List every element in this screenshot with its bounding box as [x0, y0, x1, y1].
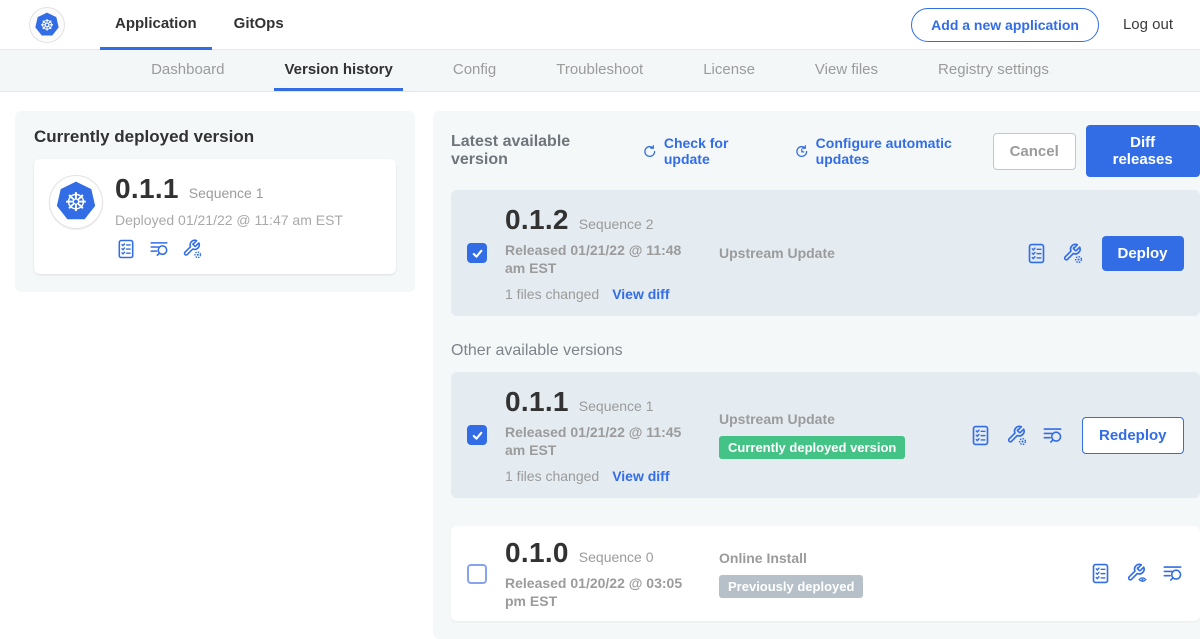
kubernetes-helm-wheel-icon: [53, 179, 99, 225]
deployed-timestamp: Deployed 01/21/22 @ 11:47 am EST: [115, 212, 343, 228]
top-navbar: Application GitOps Add a new application…: [0, 0, 1200, 50]
version-card-0-1-2: 0.1.2 Sequence 2 Released 01/21/22 @ 11:…: [451, 190, 1200, 316]
version-number: 0.1.2: [505, 204, 569, 236]
subnav-tab-registry-settings[interactable]: Registry settings: [928, 50, 1059, 91]
version-source-label: Upstream Update: [719, 245, 969, 261]
tab-gitops[interactable]: GitOps: [219, 0, 299, 50]
subnav-tab-view-files[interactable]: View files: [805, 50, 888, 91]
view-diff-link[interactable]: View diff: [612, 468, 669, 484]
currently-deployed-badge: Currently deployed version: [719, 436, 905, 459]
view-config-icon[interactable]: [1125, 562, 1148, 585]
version-number: 0.1.1: [505, 386, 569, 418]
main-content: Currently deployed version 0.1.1 Sequenc…: [0, 92, 1200, 639]
version-number: 0.1.0: [505, 537, 569, 569]
deploy-logs-icon[interactable]: [1041, 424, 1064, 447]
edit-config-icon[interactable]: [181, 238, 203, 260]
subnav-tab-troubleshoot-label: Troubleshoot: [556, 61, 643, 78]
latest-available-title: Latest available version: [451, 133, 616, 169]
version-checkbox[interactable]: [467, 564, 487, 584]
kubernetes-logo: [30, 8, 64, 42]
deployed-sequence-label: Sequence 1: [189, 185, 264, 201]
sequence-label: Sequence 1: [579, 398, 654, 414]
previously-deployed-badge: Previously deployed: [719, 575, 863, 598]
currently-deployed-title: Currently deployed version: [34, 127, 396, 147]
configure-automatic-updates-label: Configure automatic updates: [816, 135, 993, 167]
files-changed-label: 1 files changed: [505, 286, 599, 302]
version-checkbox[interactable]: [467, 243, 487, 263]
subnav-tab-version-history-label: Version history: [284, 61, 392, 78]
subnav-tab-dashboard[interactable]: Dashboard: [141, 50, 234, 91]
app-icon-badge: [50, 176, 102, 228]
subnav-tab-config[interactable]: Config: [443, 50, 506, 91]
version-card-0-1-0: 0.1.0 Sequence 0 Released 01/20/22 @ 03:…: [451, 526, 1200, 621]
subnav-tab-config-label: Config: [453, 61, 496, 78]
sequence-label: Sequence 2: [579, 216, 654, 232]
tab-gitops-label: GitOps: [234, 15, 284, 32]
redeploy-button[interactable]: Redeploy: [1082, 417, 1184, 454]
sequence-label: Sequence 0: [579, 549, 654, 565]
diff-releases-button[interactable]: Diff releases: [1086, 125, 1200, 177]
version-checkbox[interactable]: [467, 425, 487, 445]
deploy-button[interactable]: Deploy: [1102, 236, 1184, 271]
subnav-tab-troubleshoot[interactable]: Troubleshoot: [546, 50, 653, 91]
tab-application[interactable]: Application: [100, 0, 212, 50]
view-diff-link[interactable]: View diff: [612, 286, 669, 302]
edit-config-icon[interactable]: [1005, 424, 1028, 447]
deployed-version-card: 0.1.1 Sequence 1 Deployed 01/21/22 @ 11:…: [34, 159, 396, 274]
subnav-tab-license[interactable]: License: [693, 50, 765, 91]
available-versions-panel: Latest available version Check for updat…: [433, 111, 1200, 639]
version-card-0-1-1: 0.1.1 Sequence 1 Released 01/21/22 @ 11:…: [451, 372, 1200, 498]
currently-deployed-panel: Currently deployed version 0.1.1 Sequenc…: [15, 111, 415, 292]
preflight-checklist-icon[interactable]: [969, 424, 992, 447]
files-changed-label: 1 files changed: [505, 468, 599, 484]
released-timestamp: Released 01/21/22 @ 11:45 am EST: [505, 424, 697, 459]
app-nav-tabs: Application GitOps: [100, 0, 306, 50]
released-timestamp: Released 01/21/22 @ 11:48 am EST: [505, 242, 697, 277]
configure-automatic-updates-link[interactable]: Configure automatic updates: [794, 135, 992, 167]
check-for-update-link[interactable]: Check for update: [642, 135, 768, 167]
subnav-tab-version-history[interactable]: Version history: [274, 50, 402, 91]
app-subnav: Dashboard Version history Config Trouble…: [0, 50, 1200, 92]
deploy-logs-icon[interactable]: [1161, 562, 1184, 585]
deployed-version-number: 0.1.1: [115, 173, 179, 205]
version-source-label: Online Install: [719, 550, 969, 566]
preflight-checklist-icon[interactable]: [1089, 562, 1112, 585]
checkmark-icon: [471, 429, 484, 442]
checkmark-icon: [471, 247, 484, 260]
tab-application-label: Application: [115, 15, 197, 32]
released-timestamp: Released 01/20/22 @ 03:05 pm EST: [505, 575, 697, 610]
refresh-arrow-icon: [642, 143, 658, 160]
check-for-update-label: Check for update: [664, 135, 768, 167]
edit-config-icon[interactable]: [1061, 242, 1084, 265]
deploy-logs-icon[interactable]: [148, 238, 170, 260]
logout-button[interactable]: Log out: [1123, 16, 1173, 33]
preflight-checklist-icon[interactable]: [1025, 242, 1048, 265]
other-available-versions-title: Other available versions: [451, 342, 1200, 360]
scheduled-refresh-clock-icon: [794, 143, 810, 160]
available-panel-header: Latest available version Check for updat…: [451, 125, 1200, 177]
subnav-tab-view-files-label: View files: [815, 61, 878, 78]
preflight-checklist-icon[interactable]: [115, 238, 137, 260]
kubernetes-helm-wheel-icon: [33, 11, 61, 39]
cancel-button[interactable]: Cancel: [993, 133, 1076, 170]
add-application-button[interactable]: Add a new application: [911, 8, 1099, 42]
version-source-label: Upstream Update: [719, 411, 969, 427]
subnav-tab-registry-settings-label: Registry settings: [938, 61, 1049, 78]
subnav-tab-license-label: License: [703, 61, 755, 78]
subnav-tab-dashboard-label: Dashboard: [151, 61, 224, 78]
